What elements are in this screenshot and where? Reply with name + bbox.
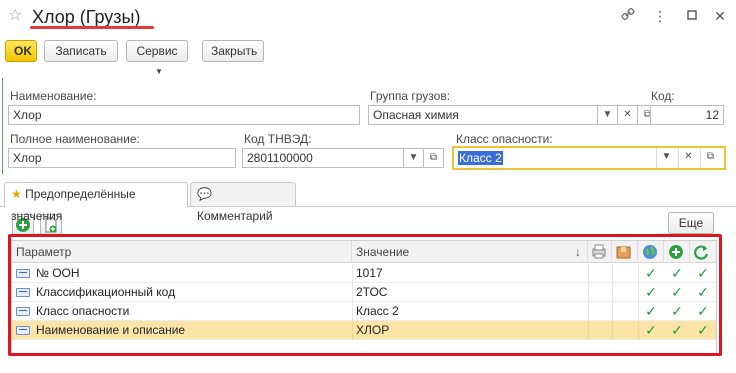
chevron-down-icon: ▼ [155,66,163,76]
column-header-value-label: Значение [356,245,410,259]
check-icon[interactable]: ✓ [692,321,714,340]
hazard-dropdown-button[interactable]: ▼ [656,148,676,168]
print-icon[interactable] [588,241,612,263]
service-label: Сервис [136,44,178,58]
code-label: Код: [651,89,675,103]
check-icon[interactable]: ✓ [692,302,714,321]
favorite-star-icon[interactable]: ☆ [8,6,24,26]
tnved-open-button[interactable]: ⧉ [424,148,444,168]
hazard-open-button[interactable]: ⧉ [700,148,720,168]
comment-icon: 💬 [197,187,212,201]
group-label: Группа грузов: [370,89,451,103]
code-field[interactable]: 12 [650,105,724,125]
more-icon[interactable]: ⋮ [650,6,670,26]
table-row[interactable]: Классификационный код 2ТОС ✓ ✓ ✓ [12,283,716,302]
check-icon[interactable]: ✓ [640,264,662,283]
tab-label: Предопределённые значения [11,187,136,223]
tab-comment[interactable]: 💬 Комментарий [190,182,296,223]
tnved-field[interactable]: 2801100000 [242,148,404,168]
check-icon[interactable]: ✓ [640,321,662,340]
hazard-label: Класс опасности: [456,132,553,146]
check-icon[interactable]: ✓ [666,302,688,321]
window-title: Хлор (Грузы) [32,7,141,27]
group-clear-button[interactable]: ✕ [618,105,638,125]
table-row[interactable]: № ООН 1017 ✓ ✓ ✓ [12,264,716,283]
service-menu-button[interactable]: Сервис ▼ [126,40,188,76]
row-param: Классификационный код [36,285,176,299]
globe-icon[interactable] [638,241,664,263]
row-param: № ООН [36,266,80,280]
column-header-param[interactable]: Параметр [12,241,352,263]
check-icon[interactable]: ✓ [640,283,662,302]
attribute-icon [16,288,30,297]
tab-predefined-values[interactable]: ★ Предопределённые значения [4,182,188,223]
row-param: Наименование и описание [36,323,186,337]
row-value: 2ТОС [356,285,388,299]
tnved-label: Код ТНВЭД: [244,132,312,146]
attribute-icon [16,269,30,278]
form-accent-line [2,78,3,174]
row-value: Класс 2 [356,304,399,318]
check-icon[interactable]: ✓ [692,264,714,283]
close-icon[interactable]: ✕ [710,6,730,26]
table-row[interactable]: Класс опасности Класс 2 ✓ ✓ ✓ [12,302,716,321]
group-dropdown-button[interactable]: ▼ [598,105,618,125]
check-icon[interactable]: ✓ [692,283,714,302]
fullname-field[interactable]: Хлор [8,148,236,168]
more-label: Еще [678,216,704,230]
refresh-icon[interactable] [690,241,716,263]
plus-circle-icon[interactable] [664,241,690,263]
name-label: Наименование: [10,89,97,103]
more-actions-button[interactable]: Еще▼ [668,212,714,248]
group-field[interactable]: Опасная химия [368,105,598,125]
predefined-values-table: Параметр Значение ↓ № ООН 1017 ✓ ✓ ✓ Кла… [11,240,717,354]
hazard-value: Класс 2 [458,151,503,165]
name-field[interactable]: Хлор [8,105,360,125]
table-header: Параметр Значение ↓ [12,241,716,263]
close-button[interactable]: Закрыть [202,40,264,62]
title-underline [30,26,154,29]
check-icon[interactable]: ✓ [640,302,662,321]
link-icon[interactable] [618,6,638,26]
tnved-dropdown-button[interactable]: ▼ [404,148,424,168]
fullname-label: Полное наименование: [10,132,140,146]
attribute-icon [16,307,30,316]
star-icon: ★ [11,187,22,201]
table-row-selected[interactable]: Наименование и описание ХЛОР ✓ ✓ ✓ [12,321,716,340]
row-param: Класс опасности [36,304,130,318]
column-header-value[interactable]: Значение ↓ [352,241,588,263]
ok-button[interactable]: OK [5,40,37,62]
check-icon[interactable]: ✓ [666,283,688,302]
row-value: 1017 [356,266,383,280]
attribute-icon [16,326,30,335]
check-icon[interactable]: ✓ [666,321,688,340]
check-icon[interactable]: ✓ [666,264,688,283]
hazard-clear-button[interactable]: ✕ [678,148,698,168]
package-icon[interactable] [612,241,638,263]
save-button[interactable]: Записать [44,40,118,62]
row-value: ХЛОР [356,323,390,337]
tab-label: Комментарий [197,209,273,223]
maximize-icon[interactable] [682,6,702,26]
sort-down-icon: ↓ [575,245,581,259]
